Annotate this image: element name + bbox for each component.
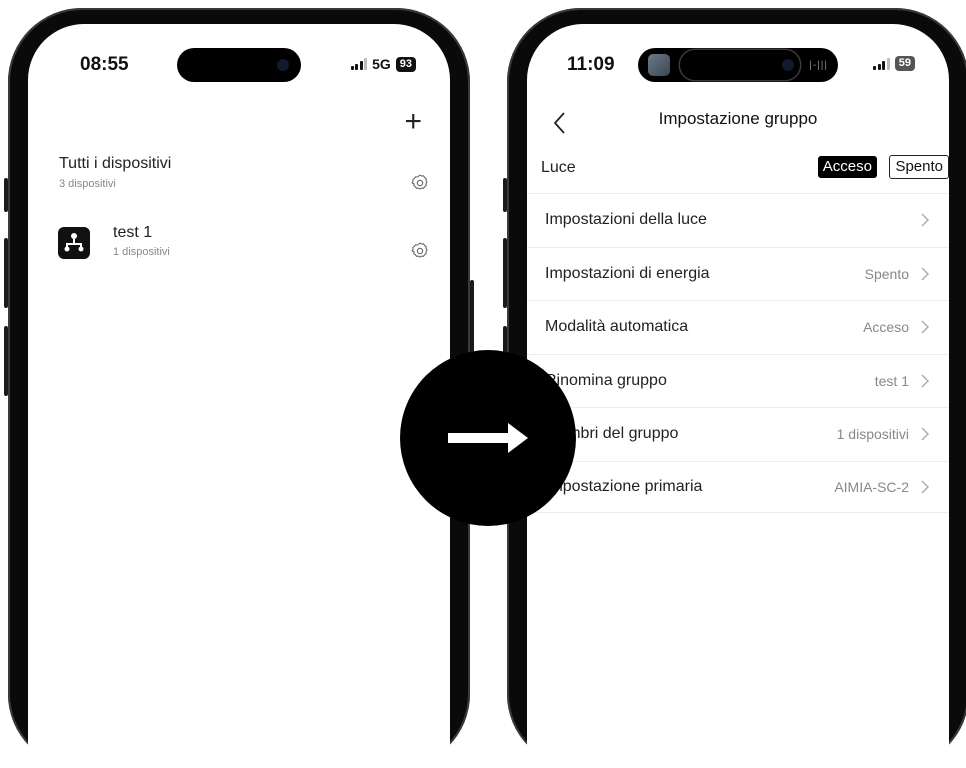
settings-row[interactable]: Modalità automatica Acceso [527,300,949,352]
signal-icon [873,57,890,70]
row-label: Impostazioni della luce [545,210,707,228]
phone-left: 08:55 5G 93 + Tutti i dispositivi 3 disp… [4,8,474,768]
row-value: Acceso [863,318,909,335]
screen-left: 08:55 5G 93 + Tutti i dispositivi 3 disp… [28,24,450,768]
status-indicators: 59 [873,56,915,71]
group-subtitle: 3 dispositivi [59,178,116,190]
audio-wave-icon: |-||| [809,60,828,71]
settings-row[interactable]: Membri del gruppo 1 dispositivi [527,407,949,459]
signal-icon [350,58,368,70]
network-label: 5G [372,56,391,72]
row-label: Rinomina gruppo [545,371,667,389]
side-button [4,238,8,308]
spento-button[interactable]: Spento [889,155,949,179]
side-button [503,178,507,212]
dynamic-island [177,48,301,82]
page-title: Impostazione gruppo [658,109,818,128]
chevron-right-icon [921,427,929,440]
row-label: Impostazione primaria [545,478,703,495]
status-indicators: 5G 93 [350,56,416,72]
settings-row[interactable]: Impostazioni di energia Spento [527,247,949,299]
chevron-right-icon [921,267,929,280]
row-value: 1 dispositivi [836,425,909,442]
chevron-right-icon [921,320,929,333]
row-value: AIMIA-SC-2 [834,479,909,495]
side-button [4,326,8,396]
camera-icon [277,59,289,71]
row-label: Impostazioni di energia [545,264,710,282]
battery-icon: 93 [395,56,416,72]
row-label: Membri del gruppo [545,424,679,442]
gear-icon[interactable] [410,173,430,193]
side-button [503,238,507,308]
luce-label: Luce [541,159,576,176]
screen-right: |-||| 11:09 59 Impostazione gruppo Luce … [527,24,949,768]
plus-icon[interactable]: + [404,107,422,137]
device-name[interactable]: test 1 [113,224,152,242]
acceso-button[interactable]: Acceso [817,156,877,178]
battery-icon: 59 [894,56,915,71]
group-device-icon [58,227,90,259]
device-subtitle: 1 dispositivi [113,246,170,258]
phone-right: |-||| 11:09 59 Impostazione gruppo Luce … [503,8,966,768]
camera-icon [782,59,794,71]
chevron-right-icon [921,374,929,387]
settings-row[interactable]: Impostazione primaria AIMIA-SC-2 [527,461,949,513]
transition-arrow-overlay [400,350,576,526]
chevron-right-icon [921,213,929,226]
dynamic-island: |-||| [638,48,838,82]
row-label: Modalità automatica [545,317,689,335]
status-time: 11:09 [567,54,615,75]
group-title[interactable]: Tutti i dispositivi [59,155,171,173]
media-thumbnail-icon [648,54,670,76]
status-time: 08:55 [80,54,129,75]
settings-row[interactable]: Impostazioni della luce [527,193,949,245]
settings-row[interactable]: Rinomina gruppo test 1 [527,354,949,406]
gear-icon[interactable] [410,241,430,261]
chevron-right-icon [921,480,929,494]
row-value: test 1 [874,372,909,389]
row-value: Spento [864,265,909,282]
side-button [4,178,8,212]
arrow-right-icon [448,423,528,453]
